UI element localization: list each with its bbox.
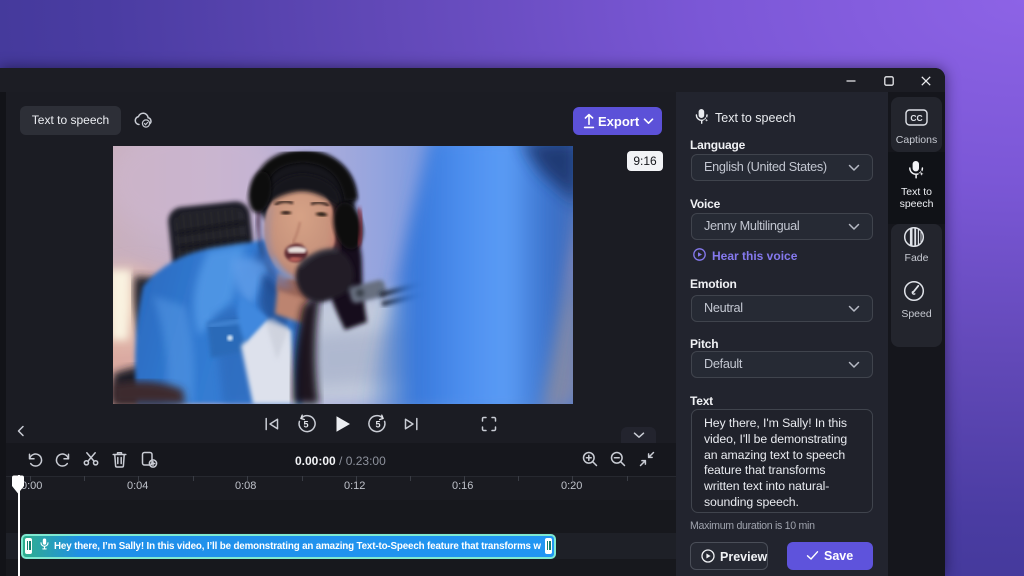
svg-text:5: 5: [375, 419, 380, 429]
svg-text:5: 5: [303, 419, 308, 429]
svg-text:CC: CC: [910, 113, 922, 123]
